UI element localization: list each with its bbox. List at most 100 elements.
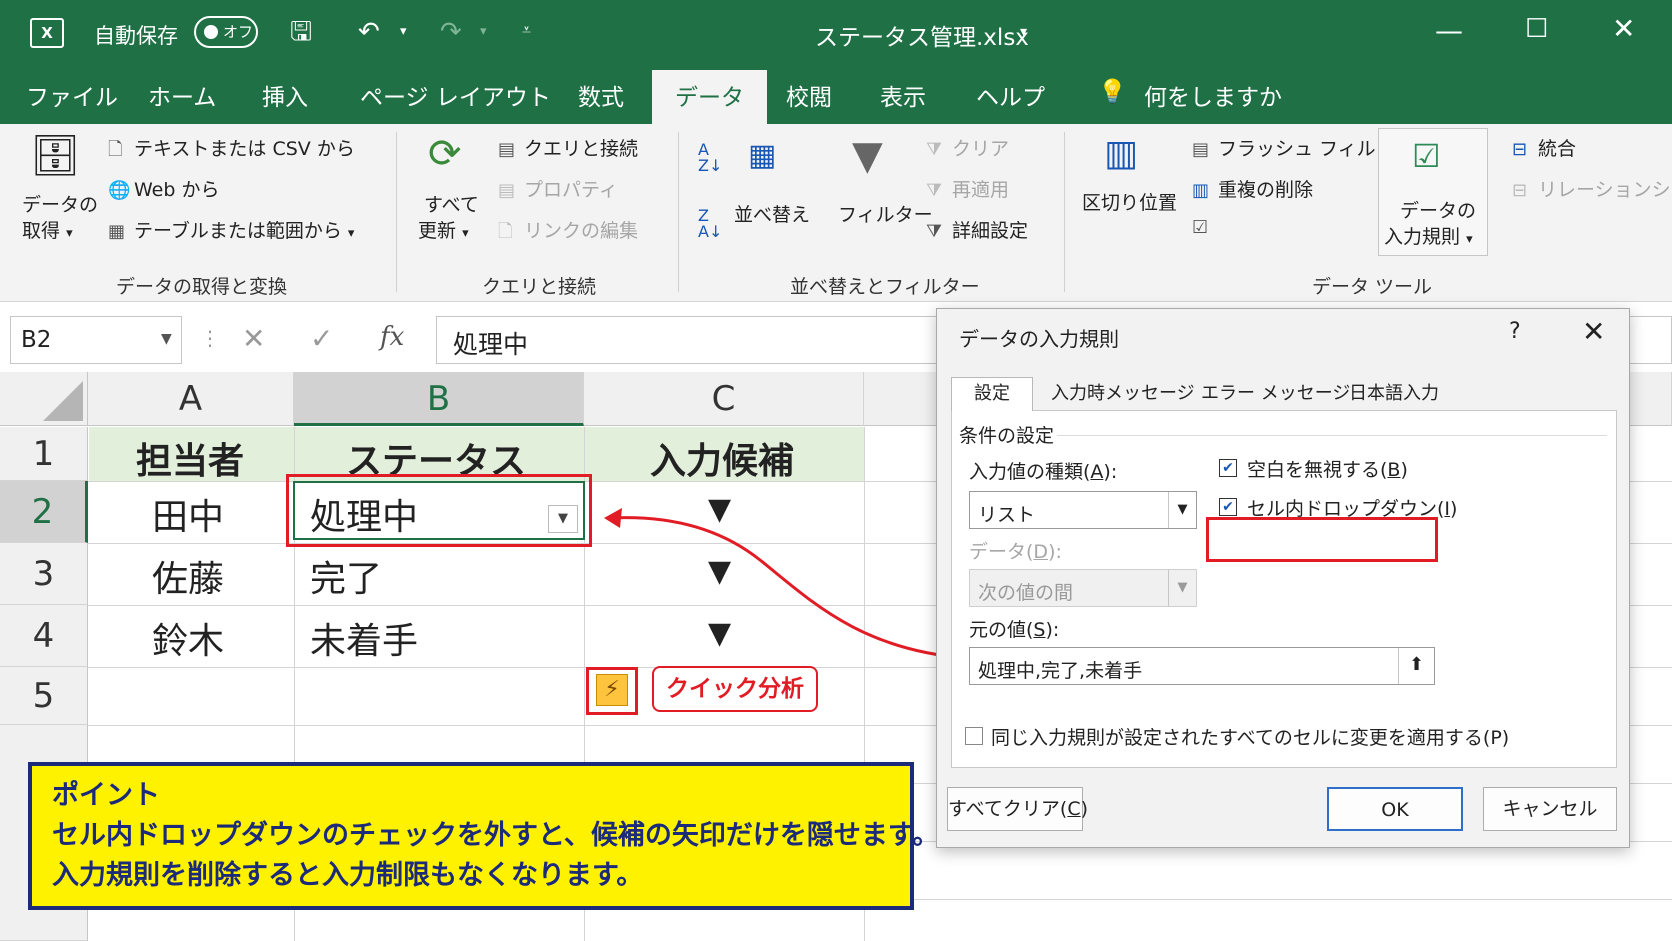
remove-duplicates-button[interactable]: ▥ 重複の削除 <box>1192 175 1313 202</box>
tab-view[interactable]: 表示 <box>880 78 926 112</box>
header-cell-candidates[interactable]: 入力候補 <box>650 432 794 484</box>
clear-button[interactable]: ⧩ クリア <box>926 134 1009 161</box>
row-header-5[interactable]: 5 <box>0 667 88 725</box>
properties-button[interactable]: ▤ プロパティ <box>498 175 618 202</box>
cell-b3[interactable]: 完了 <box>310 550 382 602</box>
tab-ime-mode[interactable]: 日本語入力 <box>1349 379 1439 405</box>
cell-c2[interactable]: ▼ <box>708 492 731 527</box>
group-label-sort-filter: 並べ替えとフィルター <box>790 276 980 298</box>
from-text-csv-button[interactable]: 🗋 テキストまたは CSV から <box>108 134 355 167</box>
collapse-dialog-icon[interactable]: ⬆ <box>1398 648 1434 684</box>
tab-page-layout[interactable]: ページ レイアウト <box>360 78 551 112</box>
reapply-button[interactable]: ⧩ 再適用 <box>926 175 1009 202</box>
resize-handle-icon[interactable]: ⋮ <box>200 326 220 350</box>
refresh-all-label[interactable]: すべて <box>424 190 479 217</box>
minimize-icon[interactable]: — <box>1435 14 1463 47</box>
sort-az-icon[interactable]: A Z↓ <box>698 142 722 174</box>
chevron-down-icon[interactable]: ▼ <box>161 331 172 347</box>
in-cell-dropdown-checkbox[interactable]: ✔ <box>1219 498 1237 516</box>
tab-settings[interactable]: 設定 <box>951 377 1033 411</box>
insert-function-icon[interactable]: fx <box>380 322 404 352</box>
chevron-down-icon[interactable]: ▾ <box>1020 24 1027 40</box>
ok-button[interactable]: OK <box>1327 787 1463 831</box>
cell-a4[interactable]: 鈴木 <box>152 612 224 664</box>
column-header-c[interactable]: C <box>584 372 864 426</box>
tab-insert[interactable]: 挿入 <box>262 78 308 112</box>
close-icon[interactable]: ✕ <box>1582 315 1605 348</box>
tab-review[interactable]: 校閲 <box>786 78 832 112</box>
row-header-1[interactable]: 1 <box>0 427 88 481</box>
autosave-toggle[interactable]: オフ <box>194 16 258 48</box>
cell-b4[interactable]: 未着手 <box>310 612 418 664</box>
cancel-icon[interactable]: ✕ <box>242 322 265 355</box>
filter-button[interactable]: フィルター <box>838 200 933 227</box>
from-web-button[interactable]: 🌐 Web から <box>108 175 219 202</box>
tab-error-message[interactable]: エラー メッセージ <box>1201 379 1350 405</box>
tell-me-search[interactable]: 何をしますか <box>1144 78 1282 112</box>
point-callout: ポイント セル内ドロップダウンのチェックを外すと、候補の矢印だけを隠せます。 入… <box>28 762 939 910</box>
help-icon[interactable]: ? <box>1509 319 1521 344</box>
save-icon[interactable]: 🖫 <box>290 14 312 50</box>
row-header-2[interactable]: 2 <box>0 481 88 543</box>
from-table-button[interactable]: ▦ テーブルまたは範囲から ▾ <box>108 216 354 243</box>
group-separator <box>678 132 679 292</box>
data-validation-label-2[interactable]: 入力規則 ▾ <box>1384 222 1473 249</box>
tab-input-message[interactable]: 入力時メッセージ <box>1051 379 1195 405</box>
undo-dropdown-icon[interactable]: ▾ <box>400 24 407 39</box>
maximize-icon[interactable]: ☐ <box>1525 14 1548 44</box>
group-divider <box>1057 435 1607 436</box>
column-header-b[interactable]: B <box>294 372 584 426</box>
sort-button[interactable]: 並べ替え <box>734 200 810 227</box>
queries-connections-button[interactable]: ▤ クエリと接続 <box>498 134 638 161</box>
data-select[interactable]: 次の値の間 ▼ <box>969 569 1197 607</box>
autosave-label: 自動保存 <box>94 24 178 48</box>
clear-all-button[interactable]: すべてクリア(C) <box>947 787 1088 831</box>
table-icon: ▦ <box>108 221 126 242</box>
row-header-3[interactable]: 3 <box>0 543 88 605</box>
tab-file[interactable]: ファイル <box>26 78 118 112</box>
cell-c4[interactable]: ▼ <box>708 616 731 651</box>
tab-data[interactable]: データ <box>652 70 767 126</box>
close-icon[interactable]: ✕ <box>1612 12 1635 45</box>
relationships-button[interactable]: ⊟リレーションシップ <box>1512 175 1672 202</box>
refresh-all-label-2[interactable]: 更新 ▾ <box>418 216 469 243</box>
row-header-4[interactable]: 4 <box>0 605 88 667</box>
column-header-a[interactable]: A <box>88 372 294 426</box>
redo-icon[interactable]: ↷ <box>440 14 462 50</box>
flash-fill-button[interactable]: ▤ フラッシュ フィル <box>1192 134 1376 161</box>
apply-all-checkbox[interactable] <box>965 727 983 745</box>
cell-a2[interactable]: 田中 <box>152 488 224 540</box>
tab-help[interactable]: ヘルプ <box>976 78 1045 112</box>
cell-c3[interactable]: ▼ <box>708 554 731 589</box>
name-box[interactable]: B2 ▼ <box>10 316 182 364</box>
cell-a3[interactable]: 佐藤 <box>152 550 224 602</box>
lightning-icon[interactable]: ⚡ <box>596 674 628 706</box>
get-data-label[interactable]: データの <box>22 190 98 217</box>
cell-dropdown-icon[interactable]: ▼ <box>548 505 578 533</box>
tab-formulas[interactable]: 数式 <box>578 78 624 112</box>
reapply-icon: ⧩ <box>926 180 943 201</box>
criteria-label: 条件の設定 <box>959 425 1055 447</box>
chevron-down-icon[interactable]: ▼ <box>1168 492 1196 528</box>
data-validation-label[interactable]: データの <box>1400 196 1476 223</box>
redo-dropdown-icon[interactable]: ▾ <box>480 24 487 39</box>
data-validation-icon: ☑ <box>1412 137 1441 175</box>
cancel-button[interactable]: キャンセル <box>1483 787 1617 831</box>
consolidate-button[interactable]: ⊟ 統合 <box>1512 134 1576 161</box>
customize-qat-icon[interactable]: ⩡ <box>522 20 531 40</box>
select-all-corner[interactable] <box>0 372 88 426</box>
allow-select[interactable]: リスト ▼ <box>969 491 1197 529</box>
edit-links-button[interactable]: 🗋 リンクの編集 <box>498 216 638 249</box>
source-input[interactable]: 処理中,完了,未着手 ⬆ <box>969 647 1435 685</box>
advanced-button[interactable]: ⧩ 詳細設定 <box>926 216 1028 243</box>
tab-home[interactable]: ホーム <box>148 78 216 112</box>
get-data-label-2[interactable]: 取得 ▾ <box>22 216 73 243</box>
header-cell-owner[interactable]: 担当者 <box>136 432 244 484</box>
sort-za-icon[interactable]: Z A↓ <box>698 208 722 240</box>
text-to-columns-button[interactable]: 区切り位置 <box>1082 188 1177 215</box>
check-icon[interactable]: ✓ <box>310 322 333 355</box>
undo-icon[interactable]: ↶ <box>358 14 380 50</box>
ignore-blank-checkbox[interactable]: ✔ <box>1219 459 1237 477</box>
chevron-down-icon[interactable]: ▼ <box>1168 570 1196 606</box>
data-validation-small-icon[interactable]: ☑ <box>1192 216 1218 238</box>
